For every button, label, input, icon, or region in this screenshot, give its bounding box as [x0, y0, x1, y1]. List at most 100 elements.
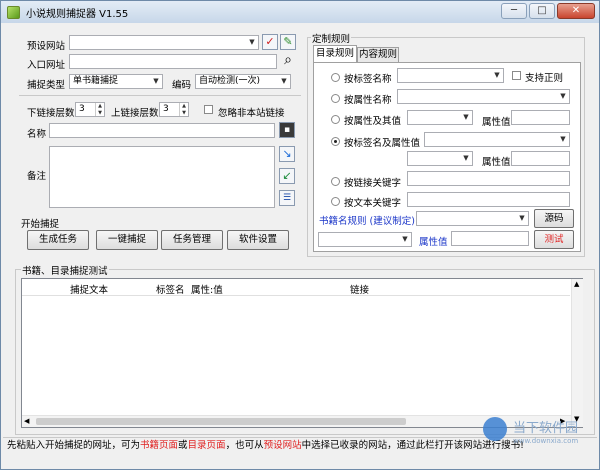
- source-button[interactable]: 源码: [534, 209, 574, 228]
- down-link-value: 3: [79, 104, 85, 114]
- entry-url-input[interactable]: [69, 54, 277, 69]
- status-text-catalog-page: 目录页面: [187, 440, 226, 451]
- note-textarea[interactable]: [49, 146, 275, 208]
- chevron-down-icon: ▼: [560, 92, 566, 100]
- book-attr-value-input[interactable]: [451, 231, 529, 246]
- tab-catalog-rules[interactable]: 目录规则: [313, 45, 357, 62]
- chevron-down-icon: ▼: [402, 235, 408, 243]
- export-icon[interactable]: ↙: [279, 168, 295, 184]
- attr-value-label-3: 属性值: [419, 237, 448, 248]
- attr-value-label-2: 属性值: [482, 157, 511, 168]
- tag-and-attr-label: 按标签名及属性值: [344, 138, 421, 149]
- test-group-label: 书籍、目录捕捉测试: [21, 263, 109, 277]
- edit-icon[interactable]: ✎: [280, 34, 296, 50]
- status-text-book-page: 书籍页面: [140, 440, 179, 451]
- support-regex-label: 支持正则: [525, 73, 564, 84]
- scroll-left-icon[interactable]: ◀: [24, 417, 29, 425]
- book-rule-select[interactable]: ▼: [416, 211, 529, 226]
- attr-name-label: 按属性名称: [344, 95, 392, 106]
- capture-type-select[interactable]: 单书籍捕捉 ▼: [69, 74, 163, 89]
- status-text-4: ，也可从: [225, 440, 264, 451]
- start-group-label: 开始捕捉: [21, 219, 60, 230]
- app-icon: [7, 5, 20, 19]
- column-link[interactable]: 链接: [350, 282, 369, 296]
- column-tag-name[interactable]: 标签名: [156, 282, 185, 296]
- tag-attr-name-select[interactable]: ▼: [407, 151, 473, 166]
- task-manager-button[interactable]: 任务管理: [161, 230, 223, 250]
- chevron-down-icon: ▼: [560, 135, 566, 143]
- spinner-arrows-icon[interactable]: ▲ ▼: [179, 103, 188, 116]
- status-text-2: 或: [178, 440, 188, 451]
- radio-attr-name[interactable]: [331, 94, 340, 103]
- name-input[interactable]: [49, 123, 275, 138]
- down-link-label: 下链接层数: [27, 108, 75, 119]
- link-keyword-input[interactable]: [407, 171, 570, 186]
- chevron-down-icon: ▼: [463, 154, 469, 162]
- divider: [19, 95, 301, 96]
- rules-group-label: 定制规则: [311, 31, 352, 45]
- chevron-down-icon: ▼: [494, 71, 500, 79]
- chevron-down-icon: ▼: [281, 77, 287, 85]
- chevron-down-icon: ▼: [249, 38, 255, 46]
- scroll-up-icon[interactable]: ▲: [574, 280, 579, 288]
- text-keyword-label: 按文本关键字: [344, 198, 402, 209]
- radio-text-keyword[interactable]: [331, 197, 340, 206]
- attr-and-value-select[interactable]: ▼: [407, 110, 473, 125]
- search-icon[interactable]: ⌕: [280, 53, 296, 69]
- book-tag-select[interactable]: ▼: [318, 232, 412, 247]
- status-text-preset-site: 预设网站: [263, 440, 302, 451]
- settings-button[interactable]: 软件设置: [227, 230, 289, 250]
- result-list[interactable]: 捕捉文本 标签名 属性:值 链接 ▲ ▼ ◀ ▶: [21, 278, 583, 428]
- minimize-button[interactable]: ─: [501, 3, 527, 19]
- save-icon[interactable]: ▪: [279, 122, 295, 138]
- watermark: 当下软件园 www.downxia.com: [483, 415, 595, 451]
- up-link-value: 3: [163, 104, 169, 114]
- radio-tag-and-attr[interactable]: [331, 137, 340, 146]
- test-button[interactable]: 测试: [534, 230, 574, 249]
- radio-tag-name[interactable]: [331, 73, 340, 82]
- attr-name-select[interactable]: ▼: [397, 89, 570, 104]
- check-red-icon[interactable]: ✓: [262, 34, 278, 50]
- encoding-select[interactable]: 自动检测(一次) ▼: [195, 74, 291, 89]
- watermark-logo-icon: [483, 417, 507, 441]
- tag-attr-value-input[interactable]: [511, 151, 570, 166]
- tag-name-label: 按标签名称: [344, 74, 392, 85]
- vertical-scrollbar[interactable]: ▲ ▼: [571, 279, 583, 427]
- up-link-label: 上链接层数: [111, 108, 159, 119]
- preset-site-select[interactable]: ▼: [69, 35, 259, 50]
- column-capture-text[interactable]: 捕捉文本: [70, 282, 108, 296]
- note-label: 备注: [27, 171, 47, 182]
- link-keyword-label: 按链接关键字: [344, 178, 402, 189]
- radio-attr-and-value[interactable]: [331, 115, 340, 124]
- title-bar[interactable]: 小说规则捕捉器 V1.55 ─ □ ✕: [1, 1, 599, 23]
- radio-link-keyword[interactable]: [331, 177, 340, 186]
- column-attr-value[interactable]: 属性:值: [191, 282, 223, 296]
- attr-and-value-label: 按属性及其值: [344, 116, 402, 127]
- tag-name-select[interactable]: ▼: [397, 68, 504, 83]
- attr-value-input[interactable]: [511, 110, 570, 125]
- spinner-arrows-icon[interactable]: ▲ ▼: [95, 103, 104, 116]
- up-link-spinner[interactable]: 3 ▲ ▼: [159, 102, 189, 117]
- scroll-thumb[interactable]: [36, 418, 406, 425]
- capture-type-label: 捕捉类型: [27, 80, 66, 91]
- text-keyword-input[interactable]: [407, 192, 570, 207]
- book-rule-label: 书籍名规则 (建议制定): [319, 216, 415, 227]
- chevron-down-icon: ▼: [519, 214, 525, 222]
- list-icon[interactable]: ☰: [279, 190, 295, 206]
- chevron-down-icon: ▼: [153, 77, 159, 85]
- support-regex-checkbox[interactable]: [512, 71, 521, 80]
- import-icon[interactable]: ↘: [279, 146, 295, 162]
- one-click-capture-button[interactable]: 一键捕捉: [96, 230, 158, 250]
- window-title: 小说规则捕捉器 V1.55: [26, 8, 129, 20]
- tag-and-attr-select[interactable]: ▼: [424, 132, 570, 147]
- ignore-offsite-checkbox[interactable]: [204, 105, 213, 114]
- generate-task-button[interactable]: 生成任务: [27, 230, 89, 250]
- capture-type-value: 单书籍捕捉: [73, 76, 119, 86]
- encoding-label: 编码: [172, 80, 192, 91]
- maximize-button[interactable]: □: [529, 3, 555, 19]
- status-text-0: 先粘贴入开始捕捉的网址，可为: [7, 440, 141, 451]
- tab-content-rules[interactable]: 内容规则: [357, 47, 399, 62]
- close-button[interactable]: ✕: [557, 3, 595, 19]
- down-link-spinner[interactable]: 3 ▲ ▼: [75, 102, 105, 117]
- entry-url-label: 入口网址: [27, 60, 66, 71]
